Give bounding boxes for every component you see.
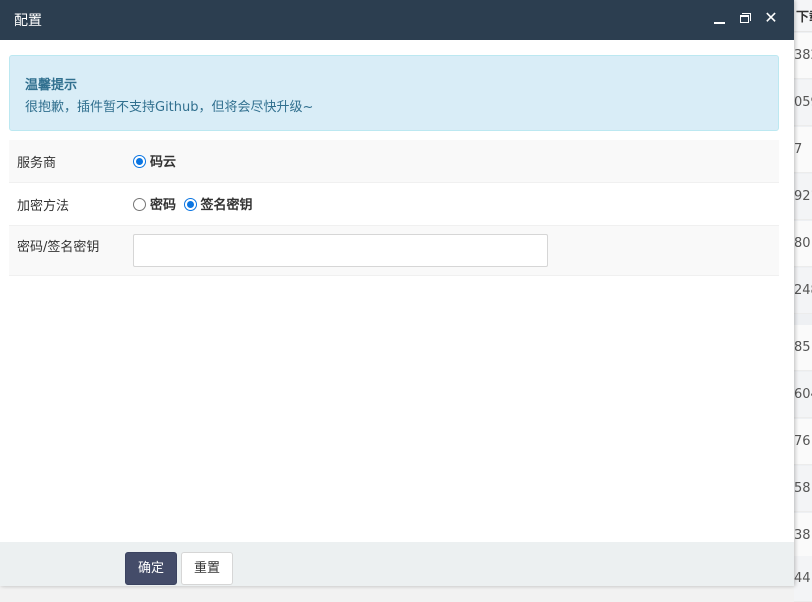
provider-row: 服务商 码云	[9, 140, 779, 183]
background-cell: 58	[794, 466, 812, 512]
background-cell: 76	[794, 419, 812, 465]
background-cell: 80	[794, 221, 812, 267]
encryption-option-label: 密码	[150, 198, 177, 213]
secret-row: 密码/签名密钥	[9, 226, 779, 276]
background-cell: 921	[794, 174, 812, 220]
provider-option-gitee[interactable]: 码云	[133, 151, 176, 170]
encryption-option-password[interactable]: 密码	[133, 194, 176, 213]
encryption-radio-group: 密码 签名密钥	[133, 194, 256, 213]
background-cell: 059	[794, 80, 812, 126]
alert-message: 很抱歉，插件暂不支持Github，但将会尽快升级~	[25, 100, 314, 115]
background-cell: 248	[794, 268, 812, 314]
encryption-option-signature-key[interactable]: 签名密钥	[183, 194, 253, 213]
maximize-icon[interactable]	[735, 8, 757, 30]
background-cell: 604	[794, 372, 812, 418]
close-icon[interactable]: ✕	[760, 8, 782, 30]
background-cell: 7	[794, 127, 812, 173]
background-cell: 382	[794, 33, 812, 79]
dialog-title: 配置	[14, 13, 42, 29]
config-dialog: 配置 ✕ 温馨提示 很抱歉，插件暂不支持Github，但将会尽快升级~ 服务商 …	[0, 0, 794, 586]
provider-option-label: 码云	[150, 155, 177, 170]
encryption-row: 加密方法 密码 签名密钥	[9, 183, 779, 226]
info-alert: 温馨提示 很抱歉，插件暂不支持Github，但将会尽快升级~	[9, 55, 779, 131]
confirm-button[interactable]: 确定	[125, 552, 177, 585]
background-cell: 85	[794, 325, 812, 371]
background-cell: 38	[794, 513, 812, 559]
alert-title: 温馨提示	[25, 78, 78, 93]
dialog-footer: 确定 重置	[0, 542, 794, 586]
background-cell: 44	[794, 556, 812, 602]
secret-label: 密码/签名密钥	[17, 240, 100, 255]
radio-checked-icon[interactable]	[183, 198, 197, 211]
provider-radio-group: 码云	[133, 151, 179, 170]
reset-button[interactable]: 重置	[181, 552, 233, 585]
radio-checked-icon[interactable]	[133, 155, 146, 168]
provider-label: 服务商	[17, 156, 57, 171]
radio-unchecked-icon[interactable]	[133, 198, 146, 211]
encryption-label: 加密方法	[17, 199, 70, 214]
encryption-option-label: 签名密钥	[200, 198, 253, 213]
minimize-icon[interactable]	[709, 8, 731, 30]
secret-input[interactable]	[133, 234, 548, 267]
background-column-header: 下载	[796, 10, 812, 25]
dialog-titlebar: 配置 ✕	[0, 0, 794, 40]
